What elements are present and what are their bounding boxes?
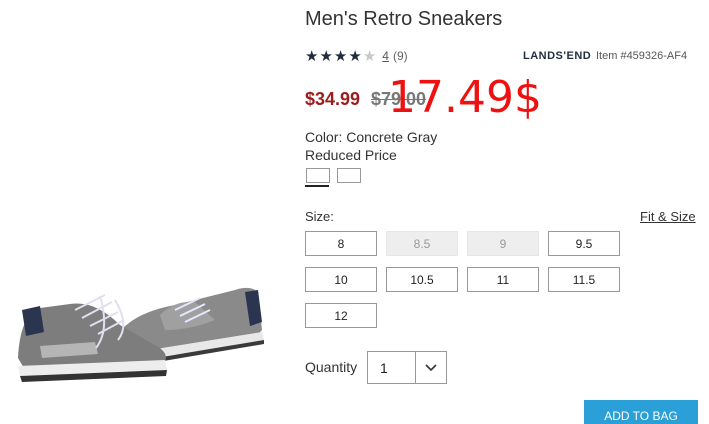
reduced-price-label: Reduced Price [305, 147, 397, 163]
star-icon: ★ [319, 48, 334, 65]
rating-row: ★★★★★ 4 (9) [305, 47, 408, 65]
product-title: Men's Retro Sneakers [305, 8, 503, 30]
color-swatch[interactable] [337, 168, 361, 183]
size-option-11-5[interactable]: 11.5 [548, 267, 620, 292]
add-to-bag-button[interactable]: ADD TO BAG [584, 400, 698, 424]
brand-logo: LANDS'END [523, 50, 592, 62]
reviews-link[interactable]: 4 [382, 49, 389, 63]
size-option-10[interactable]: 10 [305, 267, 377, 292]
swatch-selected-indicator [305, 185, 329, 187]
star-empty-icon: ★ [362, 48, 378, 65]
star-icon: ★ [333, 48, 349, 65]
size-option-9-5[interactable]: 9.5 [548, 231, 620, 256]
quantity-value: 1 [380, 359, 388, 376]
size-option-10-5[interactable]: 10.5 [386, 267, 458, 292]
color-label: Color: Concrete Gray [305, 129, 438, 145]
review-count: (9) [392, 49, 408, 63]
size-option-12[interactable]: 12 [305, 303, 377, 328]
sneaker-illustration [18, 287, 264, 382]
sale-price: $34.99 [305, 89, 361, 109]
size-option-9[interactable]: 9 [467, 231, 539, 256]
fit-size-link[interactable]: Fit & Size [640, 209, 696, 224]
star-icon: ★ [305, 48, 320, 65]
chevron-down-icon [416, 363, 446, 372]
size-label: Size: [305, 209, 334, 224]
star-icon: ★ [348, 48, 363, 65]
quantity-label: Quantity [305, 359, 358, 375]
color-swatch-selected[interactable] [306, 168, 330, 183]
product-image [0, 270, 290, 400]
quantity-select[interactable]: 1 [367, 351, 447, 384]
price-annotation: 17.49$ [388, 72, 542, 123]
star-rating[interactable]: ★★★★★ [305, 47, 377, 65]
item-number: Item #459326-AF4 [596, 50, 688, 62]
size-option-11[interactable]: 11 [467, 267, 539, 292]
size-option-8-5[interactable]: 8.5 [386, 231, 458, 256]
size-option-8[interactable]: 8 [305, 231, 377, 256]
